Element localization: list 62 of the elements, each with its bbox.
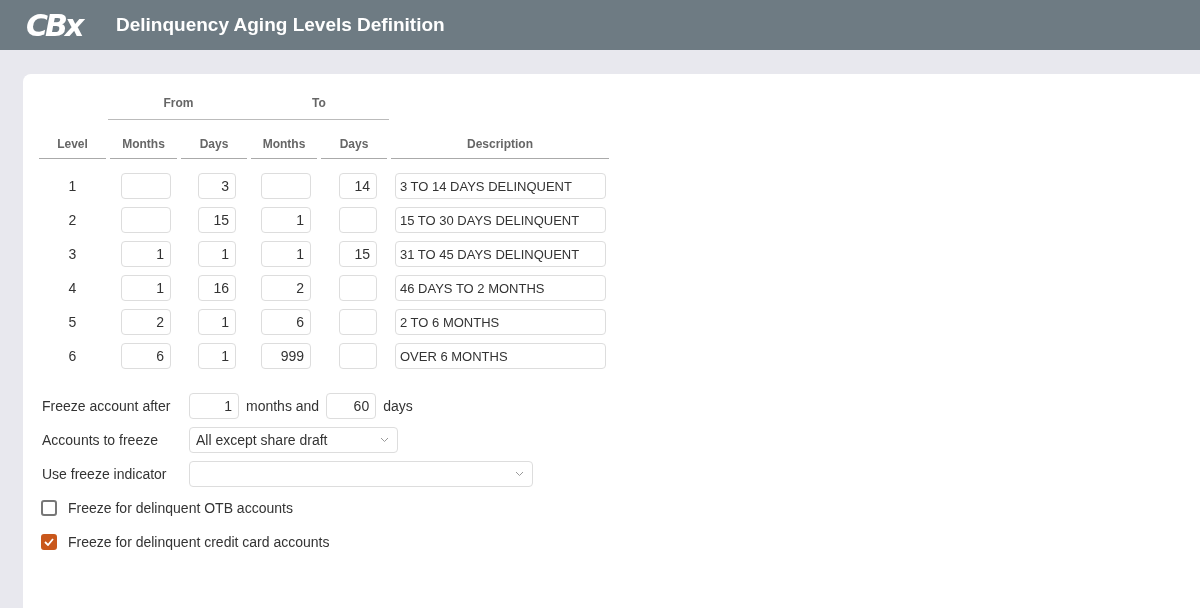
field-label: days: [383, 398, 413, 414]
to-days-field[interactable]: [339, 275, 377, 301]
column-header: Months: [251, 120, 317, 159]
level-number: 1: [68, 178, 77, 194]
level-number: 6: [68, 348, 77, 364]
checkbox-label: Freeze for delinquent OTB accounts: [68, 500, 293, 516]
column-header: Days: [321, 120, 387, 159]
column-header: Months: [110, 120, 177, 159]
description-field[interactable]: 46 DAYS TO 2 MONTHS: [395, 275, 606, 301]
from-days-field[interactable]: 16: [198, 275, 236, 301]
level-number: 2: [68, 212, 77, 228]
to-months-field[interactable]: 2: [261, 275, 311, 301]
column-header: Level: [39, 120, 106, 159]
freeze-indicator-dropdown[interactable]: [189, 461, 533, 487]
level-number: 4: [68, 280, 77, 296]
months-field[interactable]: 1: [189, 393, 239, 419]
description-field[interactable]: 2 TO 6 MONTHS: [395, 309, 606, 335]
from-months-field[interactable]: [121, 207, 171, 233]
to-days-field[interactable]: [339, 207, 377, 233]
page-title: Delinquency Aging Levels Definition: [116, 14, 445, 36]
checkbox[interactable]: [41, 534, 57, 550]
from-days-field[interactable]: 1: [198, 309, 236, 335]
to-months-field[interactable]: 1: [261, 207, 311, 233]
accounts-dropdown[interactable]: All except share draft: [189, 427, 398, 453]
description-field[interactable]: 3 TO 14 DAYS DELINQUENT: [395, 173, 606, 199]
from-months-field[interactable]: [121, 173, 171, 199]
chevron-down-icon: [380, 437, 389, 443]
field-label: Accounts to freeze: [42, 432, 159, 448]
from-days-field[interactable]: 1: [198, 241, 236, 267]
from-months-field[interactable]: 6: [121, 343, 171, 369]
column-header: Days: [181, 120, 247, 159]
to-months-field[interactable]: 1: [261, 241, 311, 267]
from-days-field[interactable]: 1: [198, 343, 236, 369]
column-header: Description: [391, 120, 609, 159]
group-header: To: [311, 95, 327, 112]
checkbox[interactable]: [41, 500, 57, 516]
level-number: 5: [68, 314, 77, 330]
to-months-field[interactable]: 6: [261, 309, 311, 335]
checkbox-label: Freeze for delinquent credit card accounts: [68, 534, 330, 550]
chevron-down-icon: [515, 471, 524, 477]
to-days-field[interactable]: [339, 343, 377, 369]
from-months-field[interactable]: 1: [121, 275, 171, 301]
from-days-field[interactable]: 15: [198, 207, 236, 233]
to-months-field[interactable]: [261, 173, 311, 199]
from-months-field[interactable]: 1: [121, 241, 171, 267]
group-header: From: [162, 95, 195, 112]
field-label: Freeze account after: [42, 398, 172, 414]
level-number: 3: [68, 246, 77, 262]
from-months-field[interactable]: 2: [121, 309, 171, 335]
days-field[interactable]: 60: [326, 393, 377, 419]
to-months-field[interactable]: 999: [261, 343, 311, 369]
checkmark-icon: [44, 538, 54, 546]
field-label: months and: [246, 398, 320, 414]
description-field[interactable]: 15 TO 30 DAYS DELINQUENT: [395, 207, 606, 233]
from-days-field[interactable]: 3: [198, 173, 236, 199]
field-label: Use freeze indicator: [42, 466, 168, 482]
to-days-field[interactable]: 14: [339, 173, 377, 199]
logo: CBx: [26, 7, 84, 43]
description-field[interactable]: OVER 6 MONTHS: [395, 343, 606, 369]
to-days-field[interactable]: [339, 309, 377, 335]
to-days-field[interactable]: 15: [339, 241, 377, 267]
description-field[interactable]: 31 TO 45 DAYS DELINQUENT: [395, 241, 606, 267]
